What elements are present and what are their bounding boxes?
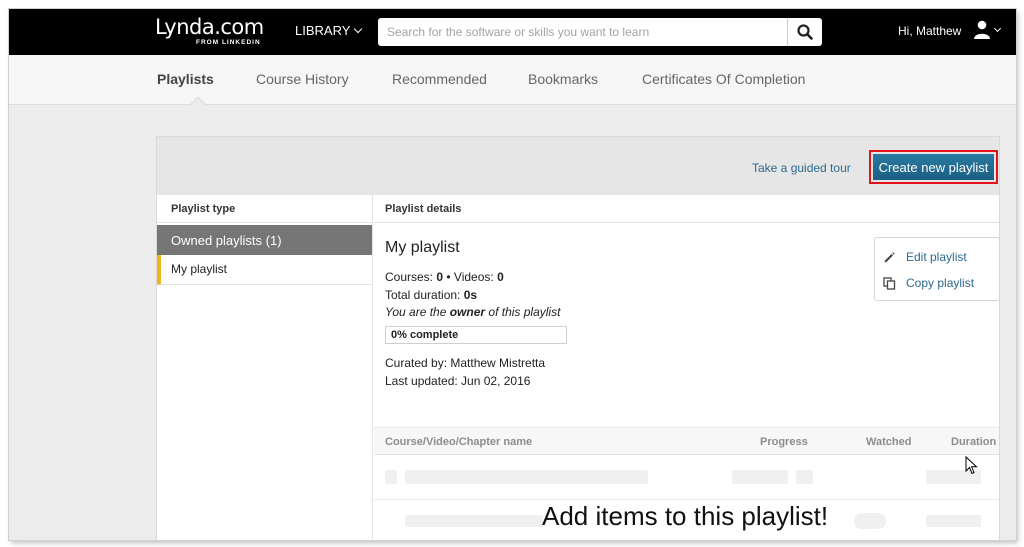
nav-tabs: Playlists Course History Recommended Boo… <box>9 55 1016 105</box>
playlist-item-my-playlist[interactable]: My playlist <box>157 255 372 285</box>
skeleton-watched-2 <box>854 513 886 529</box>
search-box <box>378 18 822 46</box>
videos-label: Videos: <box>453 270 498 284</box>
duration-value: 0s <box>463 288 478 302</box>
column-header-watched[interactable]: Watched <box>866 436 911 448</box>
empty-playlist-message: Add items to this playlist! <box>542 501 829 531</box>
counts-line: Courses: 0 • Videos: 0 <box>385 270 504 284</box>
create-playlist-button[interactable]: Create new playlist <box>869 150 998 184</box>
tab-recommended[interactable]: Recommended <box>392 71 487 87</box>
playlist-details-column: My playlist Courses: 0 • Videos: 0 Total… <box>374 223 1000 540</box>
progress-bar: 0% complete <box>385 326 567 344</box>
curated-by: Curated by: Matthew Mistretta <box>385 356 546 370</box>
items-table-header: Course/Video/Chapter name Progress Watch… <box>374 427 999 455</box>
top-bar: Lynda.com FROM LINKEDIN LIBRARY Hi, Matt… <box>9 9 1016 55</box>
user-greeting: Hi, Matthew <box>898 24 962 38</box>
playlist-actions: Edit playlist Copy playlist <box>874 237 1000 301</box>
count-separator: • <box>443 270 454 284</box>
guided-tour-link[interactable]: Take a guided tour <box>752 161 851 175</box>
user-icon <box>974 20 990 39</box>
playlist-type-column: Owned playlists (1) My playlist <box>157 223 373 540</box>
progress-label: 0% complete <box>391 329 459 341</box>
search-input[interactable] <box>378 18 786 46</box>
copy-playlist-button[interactable]: Copy playlist <box>883 276 974 290</box>
pencil-icon <box>884 251 895 262</box>
user-menu[interactable] <box>973 20 1002 40</box>
playlist-details-header: Playlist details <box>374 195 999 223</box>
app-window: Lynda.com FROM LINKEDIN LIBRARY Hi, Matt… <box>9 9 1016 540</box>
owned-playlists-group[interactable]: Owned playlists (1) <box>157 225 372 255</box>
tab-bookmarks[interactable]: Bookmarks <box>528 71 598 87</box>
chevron-down-icon <box>993 24 1002 32</box>
owner-line: You are the owner of this playlist <box>385 305 560 319</box>
library-label: LIBRARY <box>295 23 351 38</box>
skeleton-checkbox <box>385 470 397 484</box>
duration-label: Total duration: <box>385 288 464 302</box>
chevron-down-icon <box>354 24 363 33</box>
create-playlist-label: Create new playlist <box>873 154 994 180</box>
owner-suffix: of this playlist <box>485 305 561 319</box>
search-button[interactable] <box>787 18 822 46</box>
videos-count: 0 <box>497 270 504 284</box>
row-divider <box>374 499 999 500</box>
last-updated: Last updated: Jun 02, 2016 <box>385 374 531 388</box>
playlists-panel: Take a guided tour Create new playlist P… <box>156 136 1000 540</box>
playlist-title: My playlist <box>385 239 460 256</box>
playlist-type-header: Playlist type <box>157 195 373 223</box>
copy-playlist-label: Copy playlist <box>906 276 975 290</box>
skeleton-name-2 <box>405 515 543 527</box>
column-header-duration[interactable]: Duration <box>951 436 996 448</box>
logo-subtitle: FROM LINKEDIN <box>196 39 261 46</box>
skeleton-progress <box>732 470 788 484</box>
tab-certificates[interactable]: Certificates Of Completion <box>642 71 805 87</box>
skeleton-watched <box>796 470 813 484</box>
skeleton-name <box>405 470 648 484</box>
edit-playlist-button[interactable]: Edit playlist <box>883 250 967 264</box>
lynda-logo[interactable]: Lynda.com <box>155 15 264 39</box>
copy-icon <box>883 276 896 290</box>
skeleton-duration-2 <box>926 515 981 527</box>
mouse-cursor-icon <box>965 456 978 475</box>
column-header-name[interactable]: Course/Video/Chapter name <box>385 436 532 448</box>
column-header-progress[interactable]: Progress <box>760 436 808 448</box>
duration-line: Total duration: 0s <box>385 288 477 302</box>
tab-course-history[interactable]: Course History <box>256 71 349 87</box>
library-menu[interactable]: LIBRARY <box>295 23 363 38</box>
owner-prefix: You are the <box>385 305 450 319</box>
courses-label: Courses: <box>385 270 437 284</box>
owner-word: owner <box>449 305 486 319</box>
search-icon <box>797 24 813 40</box>
edit-playlist-label: Edit playlist <box>906 250 967 264</box>
tab-playlists[interactable]: Playlists <box>157 71 214 87</box>
panel-header: Take a guided tour Create new playlist <box>157 137 999 195</box>
